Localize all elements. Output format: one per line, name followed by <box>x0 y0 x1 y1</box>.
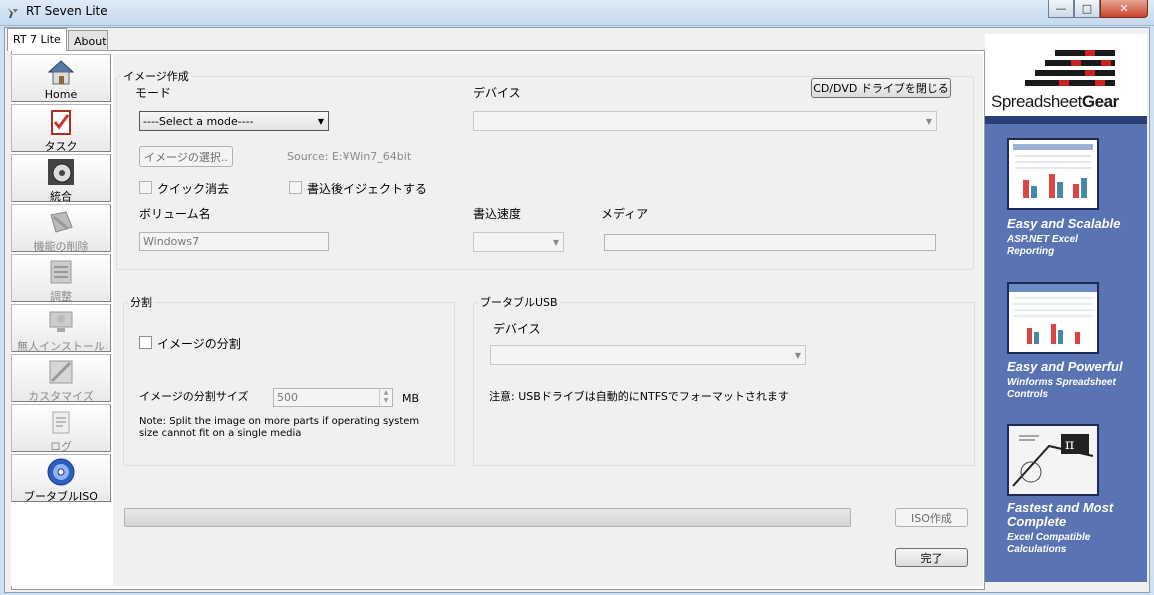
close-button[interactable]: ✕ <box>1100 0 1148 18</box>
split-size-input[interactable]: 500 <box>273 388 393 407</box>
window-client: RT 7 Lite About Home タスク 統合 機能の削除 調整 無人イ… <box>4 27 1150 593</box>
tab-rt7lite[interactable]: RT 7 Lite <box>7 28 67 51</box>
quick-erase-checkbox[interactable] <box>139 181 152 194</box>
svg-text:π: π <box>1065 437 1074 453</box>
ad-block3-sub: Excel Compatible Calculations <box>1007 532 1091 555</box>
ad-block3-title: Fastest and Most Complete <box>1007 500 1114 529</box>
device-select[interactable]: ▼ <box>473 111 937 131</box>
app-icon <box>8 8 18 18</box>
chevron-down-icon: ▼ <box>925 117 932 126</box>
eject-checkbox[interactable] <box>289 181 302 194</box>
volume-name-input[interactable]: Windows7 <box>139 232 329 251</box>
split-size-spinner[interactable]: ▲ ▼ <box>379 389 392 406</box>
chevron-down-icon: ▼ <box>552 238 559 247</box>
usb-device-label: デバイス <box>493 322 541 336</box>
sidebar-item-label: カスタマイズ <box>28 390 94 403</box>
sidebar-item-remove-features[interactable]: 機能の削除 <box>11 204 111 253</box>
media-field <box>604 234 936 251</box>
window-title: RT Seven Lite <box>26 4 108 18</box>
ad-block1-title: Easy and Scalable <box>1007 216 1121 231</box>
ad-block2-title: Easy and Powerful <box>1007 359 1123 374</box>
select-image-button[interactable]: イメージの選択.. <box>139 146 233 167</box>
split-group: 分割 <box>123 294 455 466</box>
ad-screenshot-1 <box>1007 138 1099 210</box>
split-legend: 分割 <box>130 296 152 309</box>
volume-label: ボリューム名 <box>139 207 211 221</box>
ad-divider <box>985 116 1147 124</box>
done-button[interactable]: 完了 <box>895 548 968 567</box>
media-label: メディア <box>601 207 649 221</box>
sidebar-item-label: 無人インストール <box>17 340 105 353</box>
chevron-down-icon: ▼ <box>317 117 324 126</box>
bootable-iso-icon <box>46 457 76 487</box>
main-area: イメージ作成 モード ----Select a mode---- ▼ デバイス … <box>113 54 983 586</box>
ad-block2-sub: Winforms Spreadsheet Controls <box>1007 377 1116 400</box>
customize-icon <box>46 357 76 387</box>
sidebar-item-log[interactable]: ログ <box>11 404 111 453</box>
ad-block1-sub: ASP.NET Excel Reporting <box>1007 234 1078 257</box>
quick-erase-label: クイック消去 <box>157 182 230 196</box>
ad-banner[interactable]: SpreadsheetGear Easy and Scalable ASP.NE… <box>985 34 1147 582</box>
ad-screenshot-2 <box>1007 282 1099 354</box>
split-image-label: イメージの分割 <box>157 337 241 351</box>
ad-screenshot-3: π <box>1007 424 1099 496</box>
title-bar: RT Seven Lite — □ ✕ <box>0 0 1154 26</box>
tweaks-icon <box>46 257 76 287</box>
split-size-label: イメージの分割サイズ <box>139 390 249 403</box>
close-drive-button[interactable]: CD/DVD ドライブを閉じる <box>811 78 951 98</box>
bootable-usb-legend: ブータブルUSB <box>480 296 558 309</box>
minimize-button[interactable]: — <box>1048 0 1074 18</box>
unattended-icon <box>46 307 76 337</box>
ad-brand-part1: Spreadsheet <box>991 92 1082 111</box>
split-image-checkbox[interactable] <box>139 336 152 349</box>
mode-select-value: ----Select a mode---- <box>143 114 254 128</box>
sidebar-item-customize[interactable]: カスタマイズ <box>11 354 111 403</box>
mode-label: モード <box>135 86 172 100</box>
split-size-unit: MB <box>402 392 420 405</box>
sidebar-item-bootable-iso[interactable]: ブータブルISO <box>11 454 111 503</box>
bootable-usb-group: ブータブルUSB <box>473 294 975 466</box>
sidebar-item-label: 機能の削除 <box>33 240 89 253</box>
create-iso-button[interactable]: ISO作成 <box>895 508 968 527</box>
maximize-button[interactable]: □ <box>1074 0 1100 18</box>
sidebar-item-label: タスク <box>44 140 78 153</box>
chevron-down-icon: ▼ <box>794 351 801 360</box>
sidebar-item-label: 統合 <box>50 190 72 203</box>
ad-brand-part2: Gear <box>1081 92 1119 111</box>
spreadsheetgear-logo-icon <box>1025 50 1115 86</box>
integrate-icon <box>46 157 76 187</box>
sidebar-item-integrate[interactable]: 統合 <box>11 154 111 203</box>
tab-about[interactable]: About <box>68 30 108 51</box>
ad-header: SpreadsheetGear <box>985 34 1147 116</box>
mode-select[interactable]: ----Select a mode---- ▼ <box>139 111 329 131</box>
progress-bar <box>124 508 851 527</box>
usb-device-select[interactable]: ▼ <box>490 345 806 365</box>
sidebar-item-home[interactable]: Home <box>11 54 111 102</box>
task-icon <box>46 107 76 137</box>
sidebar-item-label: 調整 <box>50 290 72 303</box>
source-text: Source: E:¥Win7_64bit <box>287 150 412 163</box>
split-note: Note: Split the image on more parts if o… <box>139 416 420 439</box>
eject-label: 書込後イジェクトする <box>307 182 428 196</box>
home-icon <box>46 57 76 87</box>
image-creation-legend: イメージ作成 <box>123 70 189 83</box>
write-speed-select[interactable]: ▼ <box>473 232 564 252</box>
sidebar: Home タスク 統合 機能の削除 調整 無人インストール カスタマイズ ログ … <box>11 54 111 586</box>
sidebar-item-tasks[interactable]: タスク <box>11 104 111 153</box>
ad-brand: SpreadsheetGear <box>991 92 1119 112</box>
sidebar-item-unattended[interactable]: 無人インストール <box>11 304 111 353</box>
sidebar-item-label: ブータブルISO <box>24 490 98 503</box>
remove-features-icon <box>46 207 76 237</box>
log-icon <box>46 407 76 437</box>
usb-notice: 注意: USBドライブは自動的にNTFSでフォーマットされます <box>489 390 789 403</box>
write-speed-label: 書込速度 <box>473 207 522 221</box>
device-label: デバイス <box>473 86 521 100</box>
sidebar-item-label: Home <box>44 88 78 101</box>
sidebar-item-tweaks[interactable]: 調整 <box>11 254 111 303</box>
sidebar-item-label: ログ <box>50 440 72 453</box>
